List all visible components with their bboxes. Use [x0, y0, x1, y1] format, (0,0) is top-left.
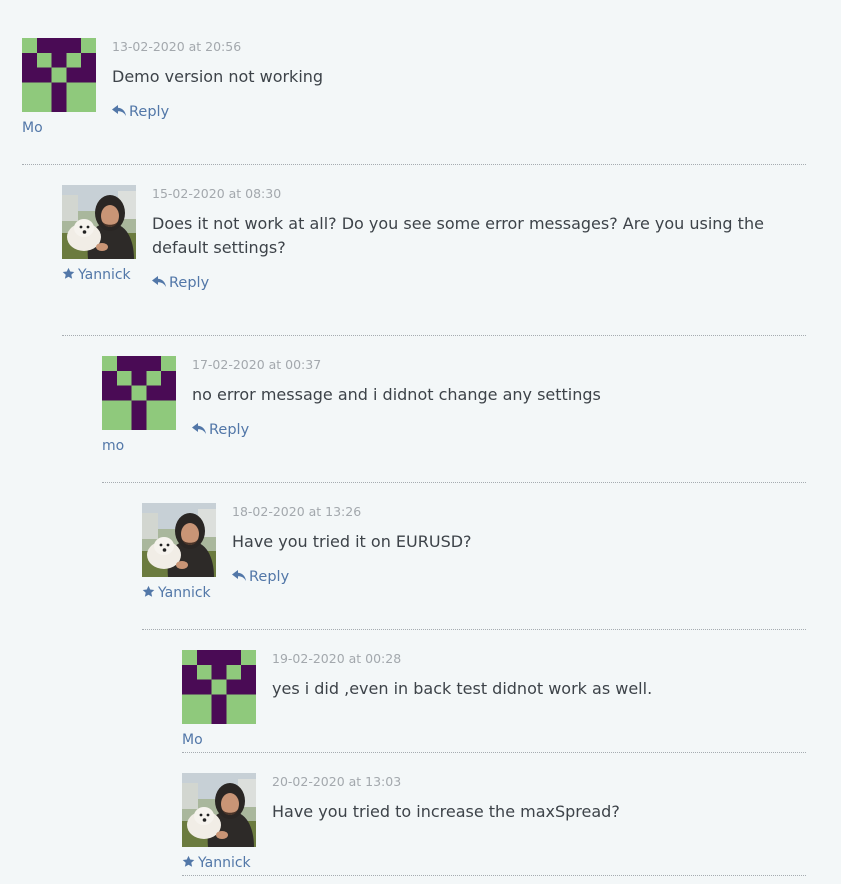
pixel-invader-icon[interactable]	[182, 650, 256, 724]
author-name: Yannick	[158, 585, 211, 601]
comment-text: Demo version not working	[112, 67, 324, 86]
comment-divider	[182, 875, 806, 876]
pixel-invader-icon[interactable]	[22, 38, 96, 112]
comment-author[interactable]: Yannick	[142, 585, 211, 601]
comment-divider	[62, 335, 806, 336]
star-icon	[182, 855, 195, 867]
comment-thread: Mo 13-02-2020 at 20:56 Demo version not …	[0, 0, 841, 884]
comment-date: 19-02-2020 at 00:28	[272, 651, 402, 666]
pixel-invader-icon[interactable]	[102, 356, 176, 430]
reply-arrow-icon	[112, 105, 126, 116]
comment-author[interactable]: mo	[102, 438, 124, 454]
comment-text: Have you tried it on EURUSD?	[232, 532, 472, 551]
comment-date: 15-02-2020 at 08:30	[152, 186, 282, 201]
author-name: Yannick	[198, 855, 251, 871]
reply-button[interactable]: Reply	[192, 422, 249, 438]
comment-divider	[22, 164, 806, 165]
comment-divider	[182, 752, 806, 753]
comment-author[interactable]: Yannick	[182, 855, 251, 871]
author-name: mo	[102, 438, 125, 454]
reply-button[interactable]: Reply	[152, 275, 209, 291]
reply-arrow-icon	[192, 423, 206, 434]
reply-label: Reply	[129, 104, 170, 120]
comment-text: no error message and i didnot change any…	[192, 385, 601, 404]
comment-text: Have you tried to increase the maxSpread…	[272, 802, 620, 821]
comment-text: yes i did ,even in back test didnot work…	[272, 679, 653, 698]
comment-date: 17-02-2020 at 00:37	[192, 357, 322, 372]
reply-label: Reply	[249, 569, 290, 585]
reply-label: Reply	[209, 422, 250, 438]
comment-divider	[102, 482, 806, 483]
star-icon	[62, 267, 75, 279]
comment-divider	[142, 629, 806, 630]
user-photo-avatar[interactable]	[182, 773, 256, 847]
author-name: Yannick	[78, 267, 131, 283]
star-icon	[142, 585, 155, 597]
comment-date: 13-02-2020 at 20:56	[112, 39, 242, 54]
reply-arrow-icon	[232, 570, 246, 581]
comment-text: Does it not work at all? Do you see some…	[152, 214, 764, 257]
reply-label: Reply	[169, 275, 210, 291]
user-photo-avatar[interactable]	[62, 185, 136, 259]
author-name: Mo	[22, 120, 43, 136]
reply-button[interactable]: Reply	[232, 569, 289, 585]
comment-date: 20-02-2020 at 13:03	[272, 774, 402, 789]
comment-author[interactable]: Yannick	[62, 267, 131, 283]
reply-arrow-icon	[152, 276, 166, 287]
user-photo-avatar[interactable]	[142, 503, 216, 577]
reply-button[interactable]: Reply	[112, 104, 169, 120]
comment-author[interactable]: Mo	[22, 120, 43, 136]
comment-author[interactable]: Mo	[182, 732, 203, 748]
author-name: Mo	[182, 732, 203, 748]
comment-date: 18-02-2020 at 13:26	[232, 504, 362, 519]
